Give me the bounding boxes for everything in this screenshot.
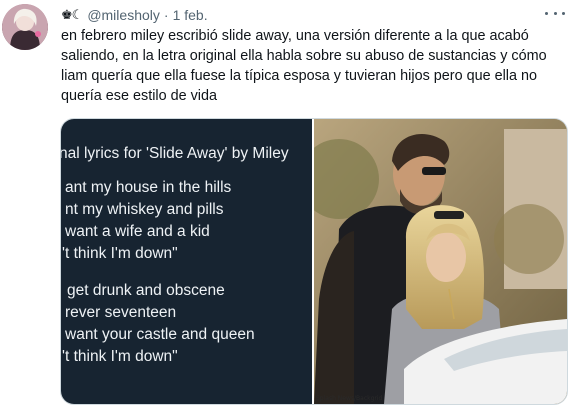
lyrics-line-4: want a wife and a kid — [65, 223, 210, 240]
avatar[interactable] — [2, 4, 48, 50]
photo-credit: Splash News/Backgrid — [316, 395, 383, 402]
more-options-icon[interactable] — [545, 6, 565, 20]
lyrics-line-3: nt my whiskey and pills — [65, 201, 224, 218]
separator: · — [163, 7, 169, 23]
photo-illustration — [314, 119, 567, 404]
tweet-media[interactable]: nal lyrics for 'Slide Away' by Miley ant… — [60, 118, 568, 405]
lyrics-line-2: ant my house in the hills — [65, 179, 232, 196]
lyrics-line-8: want your castle and queen — [65, 326, 255, 343]
tweet-text: en febrero miley escribió slide away, un… — [61, 28, 547, 104]
lyrics-image[interactable]: nal lyrics for 'Slide Away' by Miley ant… — [61, 119, 312, 404]
lyrics-line-6: get drunk and obscene — [67, 282, 225, 299]
tweet-header: ♚☾ @milesholy · 1 feb. — [61, 6, 208, 24]
display-name-emoji[interactable]: ♚☾ — [61, 7, 83, 23]
lyrics-text: nal lyrics for 'Slide Away' by Miley ant… — [61, 119, 312, 404]
lyrics-line-7: rever seventeen — [65, 304, 177, 321]
avatar-image — [2, 4, 48, 50]
lyrics-line-5: 't think I'm down" — [62, 245, 178, 262]
couple-photo[interactable]: Splash News/Backgrid — [314, 119, 567, 404]
tweet[interactable]: ♚☾ @milesholy · 1 feb. en febrero miley … — [0, 0, 582, 407]
lyrics-line-1: nal lyrics for 'Slide Away' by Miley — [61, 145, 289, 162]
lyrics-line-9: 't think I'm down" — [62, 348, 178, 365]
user-handle[interactable]: @milesholy — [87, 7, 160, 23]
tweet-date[interactable]: 1 feb. — [173, 7, 208, 23]
